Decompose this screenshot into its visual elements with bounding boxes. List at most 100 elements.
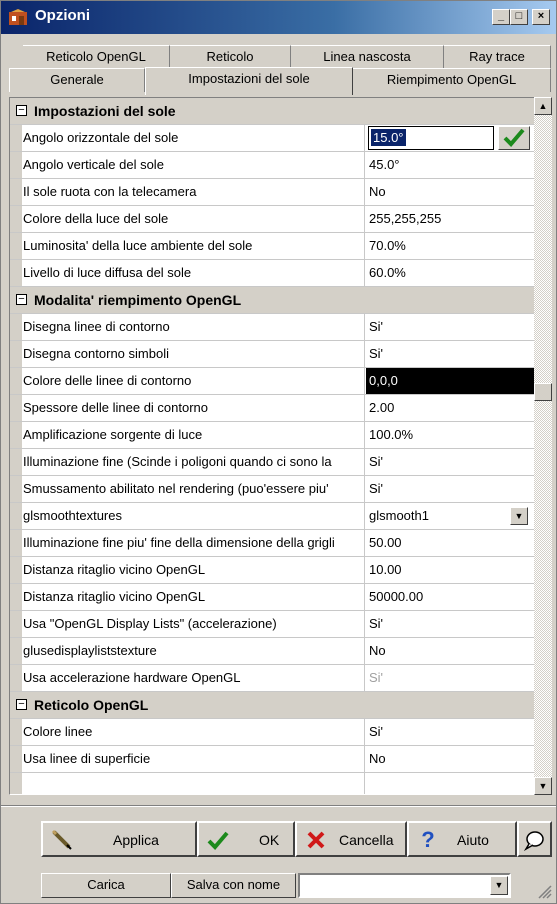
- property-row[interactable]: Colore della luce del sole 255,255,255: [10, 206, 534, 233]
- dropdown-button[interactable]: ▼: [510, 507, 528, 525]
- property-row[interactable]: Angolo verticale del sole 45.0°: [10, 152, 534, 179]
- section-header[interactable]: − Impostazioni del sole: [10, 98, 534, 125]
- property-row[interactable]: Angolo orizzontale del sole 15.0°: [10, 125, 534, 152]
- tab-label: Riempimento OpenGL: [386, 72, 517, 87]
- collapse-icon[interactable]: −: [16, 105, 27, 116]
- property-value-color[interactable]: 0,0,0: [366, 368, 534, 394]
- property-name: Colore linee: [22, 719, 365, 745]
- property-value[interactable]: Si': [366, 449, 534, 475]
- property-row[interactable]: Illuminazione fine piu' fine della dimen…: [10, 530, 534, 557]
- vertical-scrollbar[interactable]: ▲ ▼: [534, 97, 552, 795]
- property-value[interactable]: 60.0%: [366, 260, 534, 286]
- tab-reticolo-opengl[interactable]: Reticolo OpenGL: [23, 45, 170, 69]
- help-button[interactable]: ? Aiuto: [407, 821, 517, 857]
- preset-combo[interactable]: ▼: [298, 873, 511, 898]
- property-value[interactable]: 50.00: [366, 530, 534, 556]
- tab-row-top: Reticolo OpenGL Reticolo Linea nascosta …: [9, 45, 551, 69]
- close-button[interactable]: ×: [532, 9, 550, 25]
- property-row[interactable]: Colore delle linee di contorno 0,0,0: [10, 368, 534, 395]
- tab-riempimento-opengl[interactable]: Riempimento OpenGL: [353, 68, 551, 92]
- tab-ray-trace[interactable]: Ray trace: [444, 45, 551, 69]
- property-name: Disegna linee di contorno: [22, 314, 365, 340]
- property-name: [22, 773, 365, 794]
- property-value[interactable]: glsmooth1: [366, 503, 534, 529]
- property-row[interactable]: Colore linee Si': [10, 719, 534, 746]
- cancel-label: Cancella: [339, 832, 394, 848]
- property-value[interactable]: Si': [366, 314, 534, 340]
- selected-text: 15.0°: [371, 129, 406, 146]
- tab-label: Linea nascosta: [323, 49, 411, 64]
- property-value[interactable]: [366, 773, 534, 794]
- row-gutter: [10, 746, 22, 772]
- window-title: Opzioni: [35, 7, 90, 24]
- property-row[interactable]: Distanza ritaglio vicino OpenGL 10.00: [10, 557, 534, 584]
- property-name: glsmoothtextures: [22, 503, 365, 529]
- property-row[interactable]: Disegna linee di contorno Si': [10, 314, 534, 341]
- property-value-input[interactable]: 15.0°: [368, 126, 494, 150]
- section-header[interactable]: − Reticolo OpenGL: [10, 692, 534, 719]
- tab-generale[interactable]: Generale: [9, 68, 145, 92]
- property-row[interactable]: Disegna contorno simboli Si': [10, 341, 534, 368]
- property-row[interactable]: [10, 773, 534, 794]
- property-row[interactable]: Spessore delle linee di contorno 2.00: [10, 395, 534, 422]
- collapse-icon[interactable]: −: [16, 294, 27, 305]
- property-row[interactable]: Usa accelerazione hardware OpenGL Si': [10, 665, 534, 692]
- confirm-button[interactable]: [498, 126, 530, 150]
- save-as-button[interactable]: Salva con nome: [171, 873, 296, 898]
- section-header[interactable]: − Modalita' riempimento OpenGL: [10, 287, 534, 314]
- minimize-button[interactable]: _: [492, 9, 510, 25]
- tab-label: Reticolo: [206, 49, 254, 64]
- maximize-button[interactable]: □: [510, 9, 528, 25]
- property-value[interactable]: 70.0%: [366, 233, 534, 259]
- scroll-up-button[interactable]: ▲: [534, 97, 552, 115]
- resize-grip-icon[interactable]: [538, 885, 552, 899]
- row-gutter: [10, 665, 22, 691]
- property-row[interactable]: Usa "OpenGL Display Lists" (accelerazion…: [10, 611, 534, 638]
- collapse-icon[interactable]: −: [16, 699, 27, 710]
- speech-bubble-button[interactable]: [517, 821, 552, 857]
- section-title: Reticolo OpenGL: [34, 697, 149, 713]
- row-gutter: [10, 503, 22, 529]
- property-row[interactable]: Livello di luce diffusa del sole 60.0%: [10, 260, 534, 287]
- property-row[interactable]: Distanza ritaglio vicino OpenGL 50000.00: [10, 584, 534, 611]
- property-row[interactable]: Smussamento abilitato nel rendering (puo…: [10, 476, 534, 503]
- property-row[interactable]: Amplificazione sorgente di luce 100.0%: [10, 422, 534, 449]
- property-value[interactable]: 100.0%: [366, 422, 534, 448]
- property-row[interactable]: Il sole ruota con la telecamera No: [10, 179, 534, 206]
- property-value[interactable]: 50000.00: [366, 584, 534, 610]
- tab-label: Ray trace: [469, 49, 525, 64]
- property-row[interactable]: glusedisplayliststexture No: [10, 638, 534, 665]
- property-row[interactable]: Luminosita' della luce ambiente del sole…: [10, 233, 534, 260]
- tab-label: Reticolo OpenGL: [46, 49, 146, 64]
- load-label: Carica: [87, 877, 125, 892]
- property-value[interactable]: Si': [366, 476, 534, 502]
- load-button[interactable]: Carica: [41, 873, 171, 898]
- property-value[interactable]: No: [366, 179, 534, 205]
- scroll-down-button[interactable]: ▼: [534, 777, 552, 795]
- tab-linea-nascosta[interactable]: Linea nascosta: [291, 45, 444, 69]
- property-value[interactable]: 2.00: [366, 395, 534, 421]
- tab-reticolo[interactable]: Reticolo: [170, 45, 291, 69]
- property-value[interactable]: No: [366, 746, 534, 772]
- property-row[interactable]: Illuminazione fine (Scinde i poligoni qu…: [10, 449, 534, 476]
- title-bar[interactable]: Opzioni _ □ ×: [1, 1, 556, 34]
- combo-dropdown-button[interactable]: ▼: [490, 876, 508, 895]
- property-value[interactable]: 10.00: [366, 557, 534, 583]
- row-gutter: [10, 206, 22, 232]
- row-gutter: [10, 530, 22, 556]
- cancel-button[interactable]: Cancella: [295, 821, 407, 857]
- property-value[interactable]: Si': [366, 341, 534, 367]
- ok-button[interactable]: OK: [197, 821, 295, 857]
- property-row[interactable]: glsmoothtextures glsmooth1 ▼: [10, 503, 534, 530]
- maximize-icon: □: [515, 10, 523, 22]
- property-value[interactable]: No: [366, 638, 534, 664]
- property-name: Illuminazione fine (Scinde i poligoni qu…: [22, 449, 365, 475]
- property-row[interactable]: Usa linee di superficie No: [10, 746, 534, 773]
- tab-impostazioni-del-sole[interactable]: Impostazioni del sole: [145, 67, 353, 95]
- property-value[interactable]: 255,255,255: [366, 206, 534, 232]
- scroll-thumb[interactable]: [534, 383, 552, 401]
- property-value[interactable]: Si': [366, 719, 534, 745]
- property-value[interactable]: 45.0°: [366, 152, 534, 178]
- property-value[interactable]: Si': [366, 611, 534, 637]
- apply-button[interactable]: Applica: [41, 821, 197, 857]
